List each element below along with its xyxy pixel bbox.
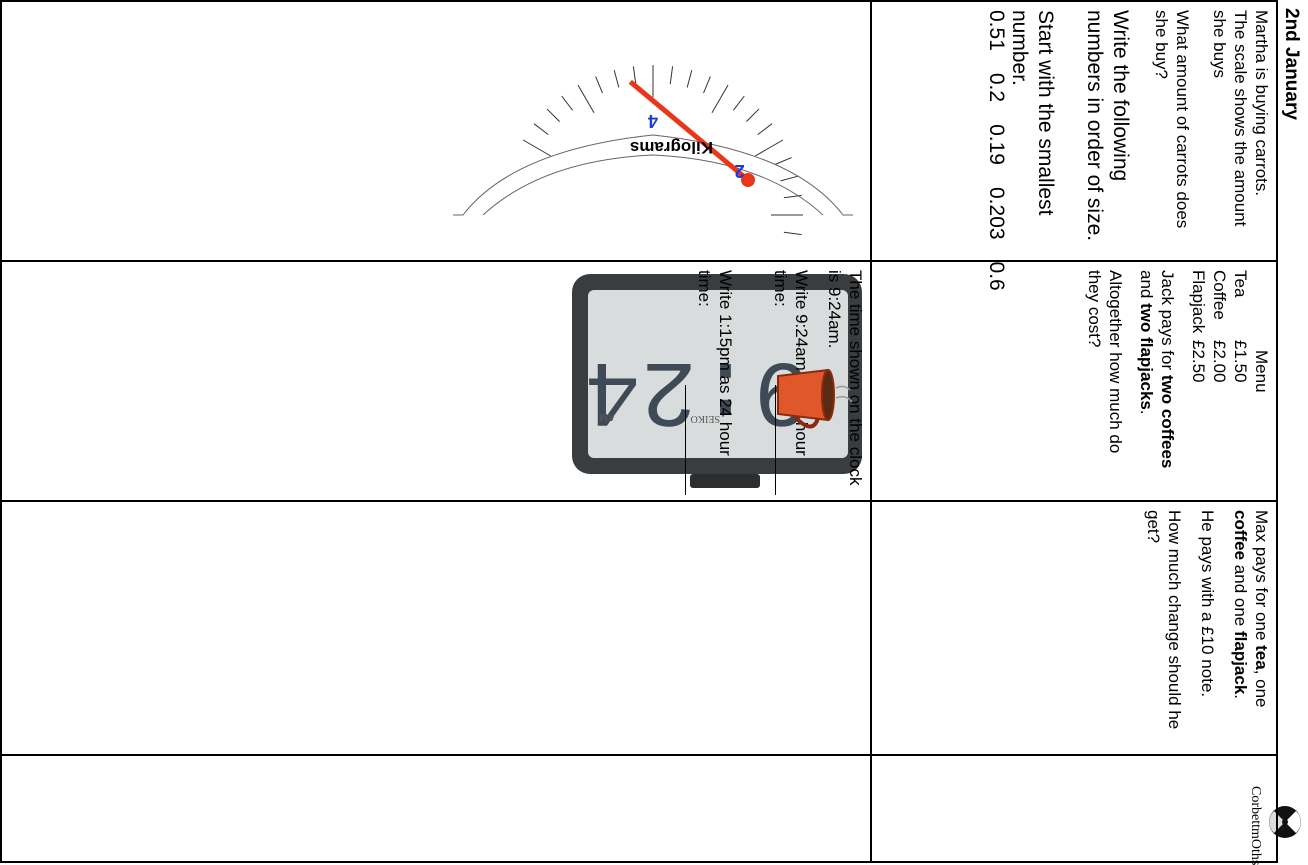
q2-instruction: Write the following numbers in order of …	[1083, 10, 1132, 242]
q4-text: Menu Tea£1.50 Coffee£2.00 Flapjack£2.50 …	[1084, 270, 1272, 490]
weighing-scale: Kilograms 024	[453, 65, 853, 236]
q1-text: Martha is buying carrots. The scale show…	[1151, 10, 1272, 250]
q4-statement: Jack pays for two coffees and two flapja…	[1137, 270, 1177, 469]
scale-tick	[577, 84, 595, 114]
q1-line2: The scale shows the amount she buys	[1210, 10, 1250, 227]
grid-border-left	[0, 0, 1278, 2]
scale-tick	[732, 95, 745, 111]
grid-border-top	[1276, 0, 1278, 863]
grid-line-2	[0, 500, 1278, 502]
grid-line-3	[0, 754, 1278, 756]
q3-answer2-line	[685, 385, 686, 495]
logo-text: CorbettmOths	[1248, 786, 1263, 865]
page-title: 2nd January	[1281, 8, 1302, 120]
scale-tick	[546, 108, 561, 123]
grid-line-1	[0, 260, 1278, 262]
scale-tick	[522, 139, 552, 157]
scale-tick	[783, 231, 802, 236]
corbettmaths-logo: CorbettmOths	[1247, 786, 1302, 865]
worksheet: 2nd January CorbettmOths Martha is buyin…	[0, 0, 1308, 865]
scale-number: 2	[735, 161, 745, 181]
q2-number: 0.19	[985, 124, 1008, 165]
q4-menu-title: Menu	[1252, 350, 1271, 393]
scale-tick	[754, 139, 784, 157]
q2-text: Write the following numbers in order of …	[1081, 10, 1133, 250]
scale-tick	[533, 123, 549, 136]
scale-tick	[757, 123, 773, 136]
scale-inner-arc	[482, 154, 824, 216]
scale-tick	[711, 84, 729, 114]
scale-tick	[745, 108, 760, 123]
scale-number: 4	[648, 111, 658, 131]
q5-line2: He pays with a £10 note.	[1198, 510, 1217, 698]
scale-unit-label: Kilograms	[630, 138, 713, 157]
q1-line1: Martha is buying carrots.	[1252, 10, 1271, 197]
clock-ampm: AM	[599, 411, 615, 422]
grid-middle-line	[870, 0, 872, 863]
scale-tick	[703, 76, 711, 94]
scale-tick	[595, 76, 603, 94]
q3-task2: Write 1:15pm as 24 hour time:	[695, 270, 735, 456]
scale-tick	[774, 157, 792, 165]
grid-border-bottom	[0, 0, 2, 863]
q5-statement: Max pays for one tea, one coffee and one…	[1231, 510, 1271, 708]
q2-start: Start with the smallest number.	[1006, 10, 1058, 250]
q4-menu-item-flapjack: Flapjack£2.50	[1189, 270, 1208, 383]
q2-number-list: 0.51 0.2 0.19 0.203 0.6	[984, 10, 1008, 291]
q2-number: 0.2	[985, 72, 1008, 103]
scale-tick	[613, 69, 620, 88]
q2-number: 0.6	[985, 261, 1008, 291]
scale-pointer	[628, 79, 750, 182]
scale-tick	[686, 69, 693, 88]
q4-menu-item-coffee: Coffee£2.00	[1210, 270, 1229, 383]
scale-tick	[561, 95, 574, 111]
q2-number: 0.51	[985, 10, 1008, 51]
q4-menu-item-tea: Tea£1.50	[1231, 270, 1250, 383]
q1-question: What amount of carrots does she buy?	[1152, 10, 1192, 229]
coffee-cup-icon	[777, 368, 853, 429]
scale-tick	[669, 66, 674, 85]
q4-question: Altogether how much do they cost?	[1085, 270, 1125, 454]
scale-numbers: 024	[648, 111, 745, 181]
q2-start-text: Start with the smallest number.	[1008, 10, 1057, 216]
q5-question: How much change should he get?	[1144, 510, 1184, 730]
scale-tick	[780, 175, 799, 182]
q2-number: 0.203	[985, 186, 1008, 240]
logo-icon	[1269, 806, 1301, 838]
q5-text: Max pays for one tea, one coffee and one…	[1143, 510, 1272, 740]
